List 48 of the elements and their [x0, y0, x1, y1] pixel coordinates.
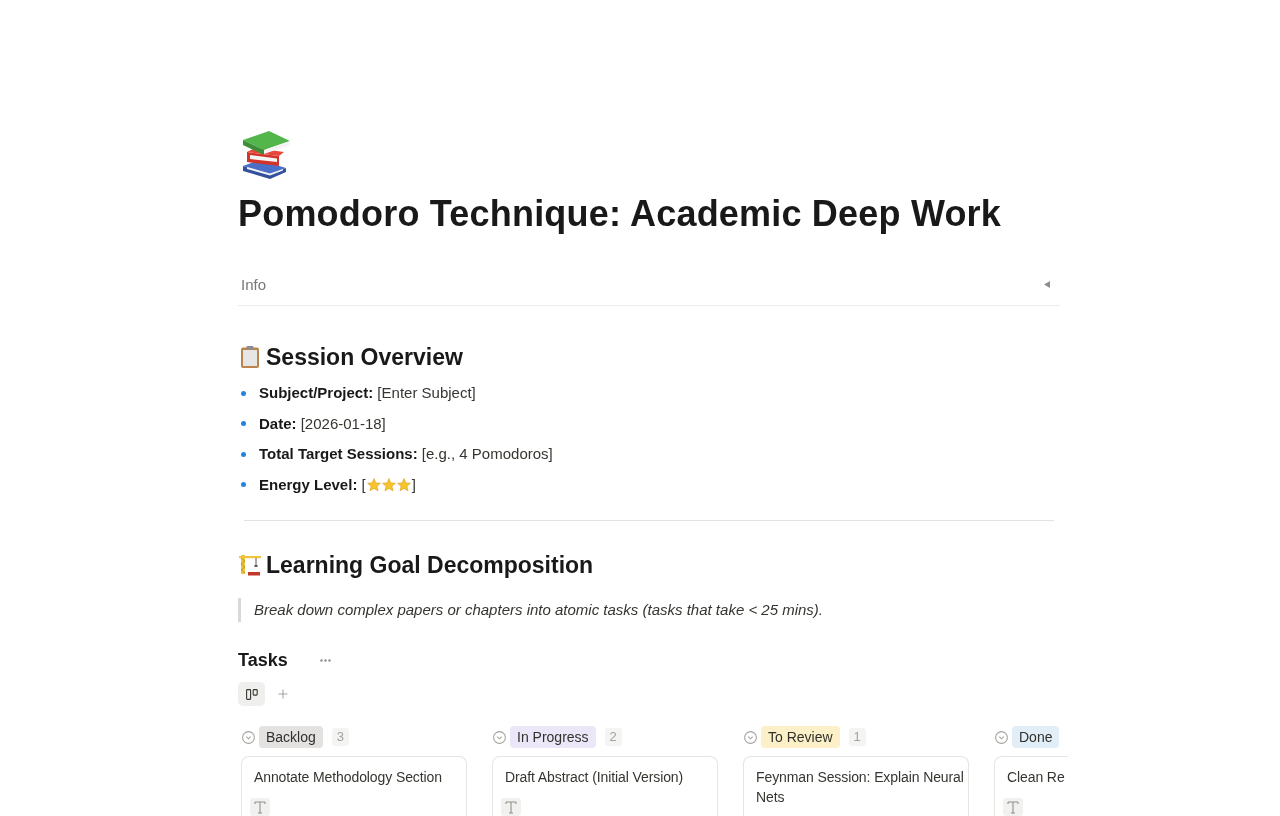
card-title: Clean Re: [1007, 768, 1065, 787]
books-icon: [240, 128, 292, 180]
status-tag: Done: [1012, 726, 1060, 748]
text-type-icon: [1003, 798, 1023, 816]
list-item-text: Subject/Project: [Enter Subject]: [259, 383, 476, 404]
list-item-text: Total Target Sessions: [e.g., 4 Pomodoros]: [259, 444, 553, 465]
chevron-circle-icon[interactable]: [493, 730, 506, 744]
text-type-icon: [501, 798, 521, 816]
section-heading: Session Overview: [266, 343, 463, 372]
chevron-circle-icon[interactable]: [744, 730, 757, 744]
group-count: 2: [604, 728, 622, 746]
crane-icon: [238, 553, 262, 577]
bullet-icon: [241, 482, 246, 488]
quote-text: Break down complex papers or chapters into atomic tasks (tasks that take < 25 mins).: [238, 598, 1060, 622]
task-card[interactable]: Clean Re: [994, 756, 1068, 816]
database-title: Tasks: [238, 649, 288, 672]
star-icon: [396, 477, 411, 492]
status-tag: To Review: [761, 726, 840, 748]
task-card[interactable]: Feynman Session: Explain Neural Nets: [743, 756, 969, 816]
page-title: Pomodoro Technique: Academic Deep Work: [238, 192, 1003, 236]
chevron-circle-icon[interactable]: [242, 730, 255, 744]
add-view-button[interactable]: [276, 687, 290, 701]
task-card[interactable]: Annotate Methodology Section: [241, 756, 467, 816]
card-title: Draft Abstract (Initial Version): [505, 768, 684, 787]
star-icon: [366, 477, 381, 492]
info-toggle[interactable]: Info: [238, 264, 1060, 306]
list-item-text: Date: [2026-01-18]: [259, 413, 386, 434]
bullet-icon: [241, 451, 246, 457]
section-heading: Learning Goal Decomposition: [266, 551, 594, 580]
board-icon: [245, 688, 258, 700]
card-title: Annotate Methodology Section: [254, 768, 442, 787]
card-title: Feynman Session: Explain Neural Nets: [756, 768, 965, 807]
status-tag: Backlog: [259, 726, 323, 748]
plus-icon: [276, 687, 290, 701]
star-icon: [381, 477, 396, 492]
more-icon[interactable]: [319, 658, 331, 662]
bullet-icon: [241, 421, 246, 427]
text-type-icon: [250, 798, 270, 816]
list-item-text: ]: [411, 474, 416, 495]
list-item-text: Energy Level: [: [259, 474, 366, 495]
bullet-icon: [241, 390, 246, 396]
group-count: 3: [331, 728, 350, 746]
clipboard-icon: [238, 345, 262, 369]
status-tag: In Progress: [510, 726, 596, 748]
group-count: 1: [848, 728, 866, 746]
task-card[interactable]: Draft Abstract (Initial Version): [492, 756, 718, 816]
view-tab[interactable]: [238, 682, 265, 706]
chevron-circle-icon[interactable]: [995, 730, 1008, 744]
